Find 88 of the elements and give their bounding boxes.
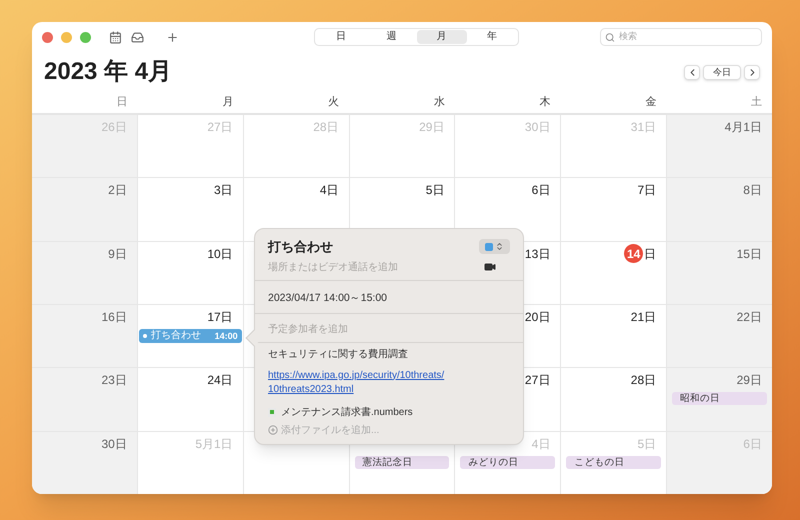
- weekday-label: 日: [116, 95, 128, 110]
- day-cell[interactable]: 21日: [561, 304, 666, 368]
- holiday-event[interactable]: 昭和の日: [672, 392, 767, 406]
- event-notes[interactable]: セキュリティに関する費用調査: [268, 346, 408, 362]
- holiday-event[interactable]: 憲法記念日: [354, 456, 450, 469]
- day-number: 4月1日: [724, 119, 762, 136]
- previous-button[interactable]: [684, 64, 700, 80]
- day-number: 27日: [207, 119, 233, 136]
- video-camera-icon[interactable]: [484, 261, 496, 273]
- day-number: 17日: [207, 308, 233, 326]
- day-number: 13日: [524, 246, 550, 263]
- day-number: 29日: [736, 372, 762, 390]
- day-cell[interactable]: 15日: [667, 242, 772, 304]
- next-button[interactable]: [744, 64, 760, 80]
- day-number: 15日: [736, 246, 762, 263]
- day-number: 21日: [630, 308, 656, 326]
- search-input[interactable]: 検索: [618, 30, 757, 44]
- event-datetime[interactable]: 2023/04/17 14:00～15:00: [268, 292, 388, 304]
- day-number: 22日: [736, 308, 762, 326]
- day-cell[interactable]: 29日 昭和の日: [667, 368, 772, 431]
- day-cell[interactable]: 8日: [667, 178, 772, 241]
- day-number: 9日: [108, 246, 127, 263]
- view-tab[interactable]: 日: [316, 30, 366, 44]
- day-number: 20日: [524, 308, 550, 326]
- calendar-color-picker[interactable]: [479, 239, 510, 254]
- day-cell[interactable]: 17日 打ち合わせ 14:00: [138, 304, 243, 368]
- day-cell[interactable]: 7日: [561, 178, 666, 241]
- day-number: 30日: [524, 119, 550, 136]
- calendar-list-icon[interactable]: [109, 30, 122, 44]
- search-field[interactable]: 検索: [600, 28, 762, 46]
- day-number: 7日: [637, 182, 656, 200]
- day-number: 23日: [101, 372, 127, 390]
- day-number: 4日: [532, 436, 550, 453]
- day-number: 29日: [419, 119, 444, 136]
- weekday-label: 水: [434, 95, 445, 110]
- day-number: 2日: [108, 182, 127, 200]
- holiday-event[interactable]: みどりの日: [460, 456, 556, 469]
- day-number: 28日: [630, 372, 656, 390]
- weekday-label: 土: [751, 95, 762, 110]
- day-number: 4日: [320, 182, 339, 200]
- day-number: 8日: [743, 182, 762, 200]
- view-tab[interactable]: 月: [416, 30, 467, 44]
- day-cell[interactable]: 5日 こどもの日: [561, 432, 666, 494]
- day-number: 31日: [630, 119, 656, 136]
- today-marker: 14: [624, 244, 644, 264]
- day-number: 28日: [313, 119, 339, 136]
- day-number: 3日: [214, 182, 233, 200]
- holiday-event[interactable]: こどもの日: [566, 456, 662, 469]
- event-title: 打ち合わせ: [150, 328, 202, 343]
- weekday-label: 金: [645, 95, 656, 110]
- event-time: 14:00: [214, 330, 238, 343]
- day-number: 5月1日: [195, 436, 233, 453]
- day-cell[interactable]: 22日: [667, 304, 772, 368]
- weekday-label: 火: [328, 95, 340, 110]
- weekday-label: 木: [540, 95, 551, 110]
- weekday-label: 月: [222, 95, 234, 110]
- day-cell[interactable]: 16日: [32, 304, 137, 368]
- day-cell[interactable]: 9日: [32, 242, 137, 304]
- view-tab[interactable]: 週: [366, 30, 416, 44]
- day-cell[interactable]: 10日: [138, 242, 243, 304]
- day-unit: 日: [644, 246, 656, 263]
- add-icon[interactable]: [166, 30, 179, 44]
- day-cell[interactable]: 30日: [32, 432, 137, 494]
- day-number: 10日: [207, 246, 233, 263]
- close-button[interactable]: [42, 32, 53, 42]
- day-number: 5日: [637, 436, 656, 453]
- inbox-icon[interactable]: [131, 30, 144, 44]
- up-down-chevron-icon: [495, 242, 504, 252]
- day-number: 27日: [524, 372, 550, 390]
- view-tab[interactable]: 年: [466, 30, 517, 44]
- day-cell[interactable]: 4月1日: [667, 115, 772, 178]
- numbers-file-icon: [268, 408, 276, 416]
- event-link[interactable]: https://www.ipa.go.jp/security/10threats/ 10threats2023.html: [268, 368, 444, 396]
- day-cell[interactable]: 14 日: [561, 242, 666, 304]
- month-title: 2023 年 4月: [44, 57, 172, 87]
- day-number: 6日: [532, 182, 550, 200]
- day-number: 16日: [101, 308, 127, 326]
- day-cell[interactable]: 2日: [32, 178, 137, 241]
- day-cell[interactable]: 24日: [138, 368, 243, 431]
- day-number: 30日: [101, 436, 127, 453]
- search-icon: [605, 32, 615, 42]
- day-number: 24日: [207, 372, 233, 390]
- day-cell[interactable]: 3日: [138, 178, 243, 241]
- today-button[interactable]: 今日: [703, 64, 741, 80]
- day-number: 5日: [426, 182, 444, 200]
- day-cell[interactable]: 23日: [32, 368, 137, 431]
- day-cell[interactable]: 28日: [561, 368, 666, 431]
- attachment-name[interactable]: メンテナンス請求書.numbers: [281, 404, 413, 420]
